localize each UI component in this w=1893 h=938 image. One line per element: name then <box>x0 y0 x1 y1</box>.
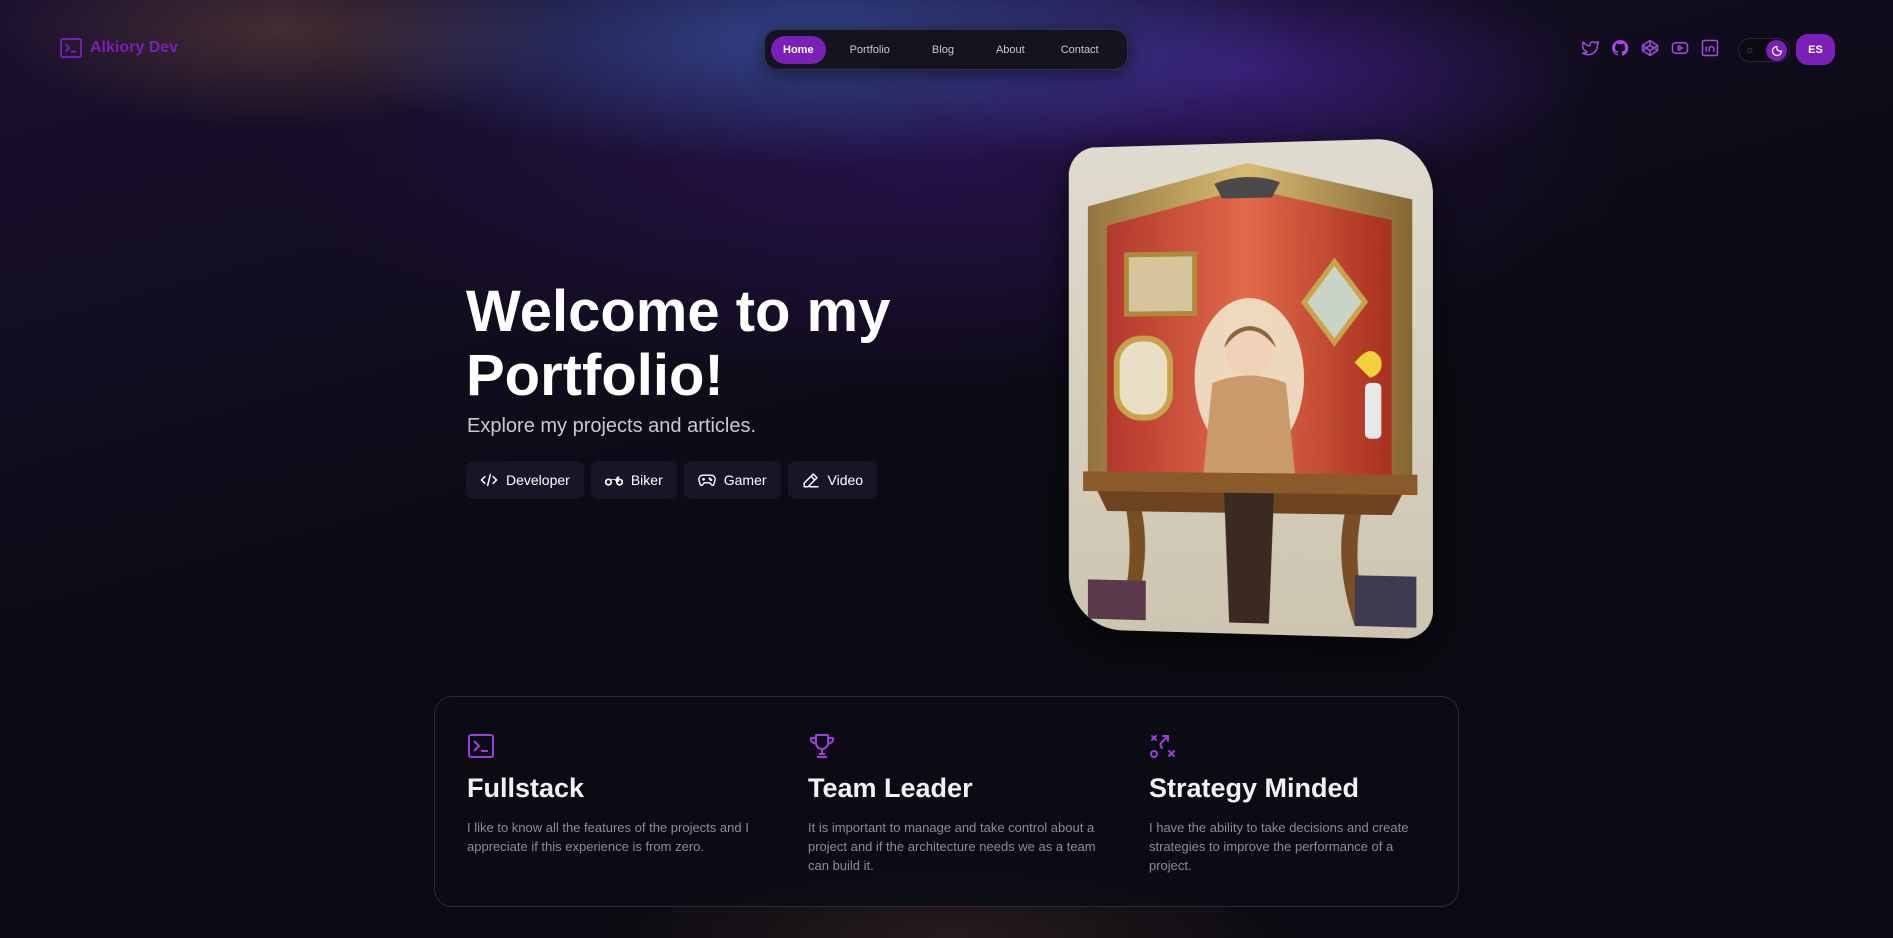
youtube-icon[interactable] <box>1670 38 1690 58</box>
trophy-icon <box>808 733 836 759</box>
motorbike-icon <box>604 476 623 486</box>
hero-tags: Developer Biker Gamer Video <box>466 461 878 499</box>
feature-text: I have the ability to take decisions and… <box>1149 820 1409 873</box>
theme-toggle[interactable]: ☼ <box>1738 38 1790 62</box>
gamepad-icon <box>697 474 716 486</box>
feature-strategy-minded: Strategy Minded I have the ability to ta… <box>1149 733 1439 875</box>
pencil-icon <box>803 473 819 488</box>
feature-text: I like to know all the features of the p… <box>467 820 749 854</box>
language-button[interactable]: ES <box>1796 34 1835 65</box>
feature-title: Strategy Minded <box>1149 773 1360 803</box>
codepen-icon[interactable] <box>1640 38 1660 58</box>
terminal-icon <box>467 733 495 759</box>
code-icon <box>480 473 498 487</box>
feature-title: Fullstack <box>467 773 585 803</box>
tag-video[interactable]: Video <box>787 461 878 499</box>
hero-portrait-image <box>1068 137 1433 640</box>
tag-label: Gamer <box>723 472 767 488</box>
twitter-icon[interactable] <box>1580 38 1600 58</box>
feature-text: It is important to manage and take contr… <box>808 820 1096 873</box>
tag-developer[interactable]: Developer <box>466 461 584 499</box>
tag-label: Video <box>827 472 864 488</box>
feature-team-leader: Team Leader It is important to manage an… <box>808 733 1098 875</box>
nav-item-home[interactable]: Home <box>771 35 826 64</box>
main-nav: Home Portfolio Blog About Contact <box>764 29 1128 70</box>
brand-logo[interactable]: Alkiory Dev <box>60 38 178 58</box>
moon-icon <box>1766 40 1787 61</box>
sun-icon: ☼ <box>1745 44 1756 56</box>
features-panel: Fullstack I like to know all the feature… <box>434 696 1459 907</box>
social-links <box>1580 38 1720 58</box>
strategy-icon <box>1149 733 1177 759</box>
tag-gamer[interactable]: Gamer <box>683 461 781 499</box>
nav-item-blog[interactable]: Blog <box>920 36 966 64</box>
hero-title: Welcome to my Portfolio! <box>466 279 891 408</box>
tag-label: Developer <box>506 472 570 488</box>
nav-item-about[interactable]: About <box>984 36 1037 64</box>
nav-item-contact[interactable]: Contact <box>1049 36 1111 64</box>
nav-item-portfolio[interactable]: Portfolio <box>838 36 902 64</box>
brand-name: Alkiory Dev <box>90 39 179 56</box>
top-navigation: Alkiory Dev Home Portfolio Blog About Co… <box>0 0 1893 100</box>
feature-title: Team Leader <box>808 773 973 803</box>
tag-biker[interactable]: Biker <box>590 461 677 499</box>
hero-subtitle: Explore my projects and articles. <box>467 415 757 437</box>
github-icon[interactable] <box>1610 38 1630 58</box>
tag-label: Biker <box>630 472 663 488</box>
feature-fullstack: Fullstack I like to know all the feature… <box>467 733 757 856</box>
terminal-icon <box>60 38 82 58</box>
linkedin-icon[interactable] <box>1700 38 1720 58</box>
